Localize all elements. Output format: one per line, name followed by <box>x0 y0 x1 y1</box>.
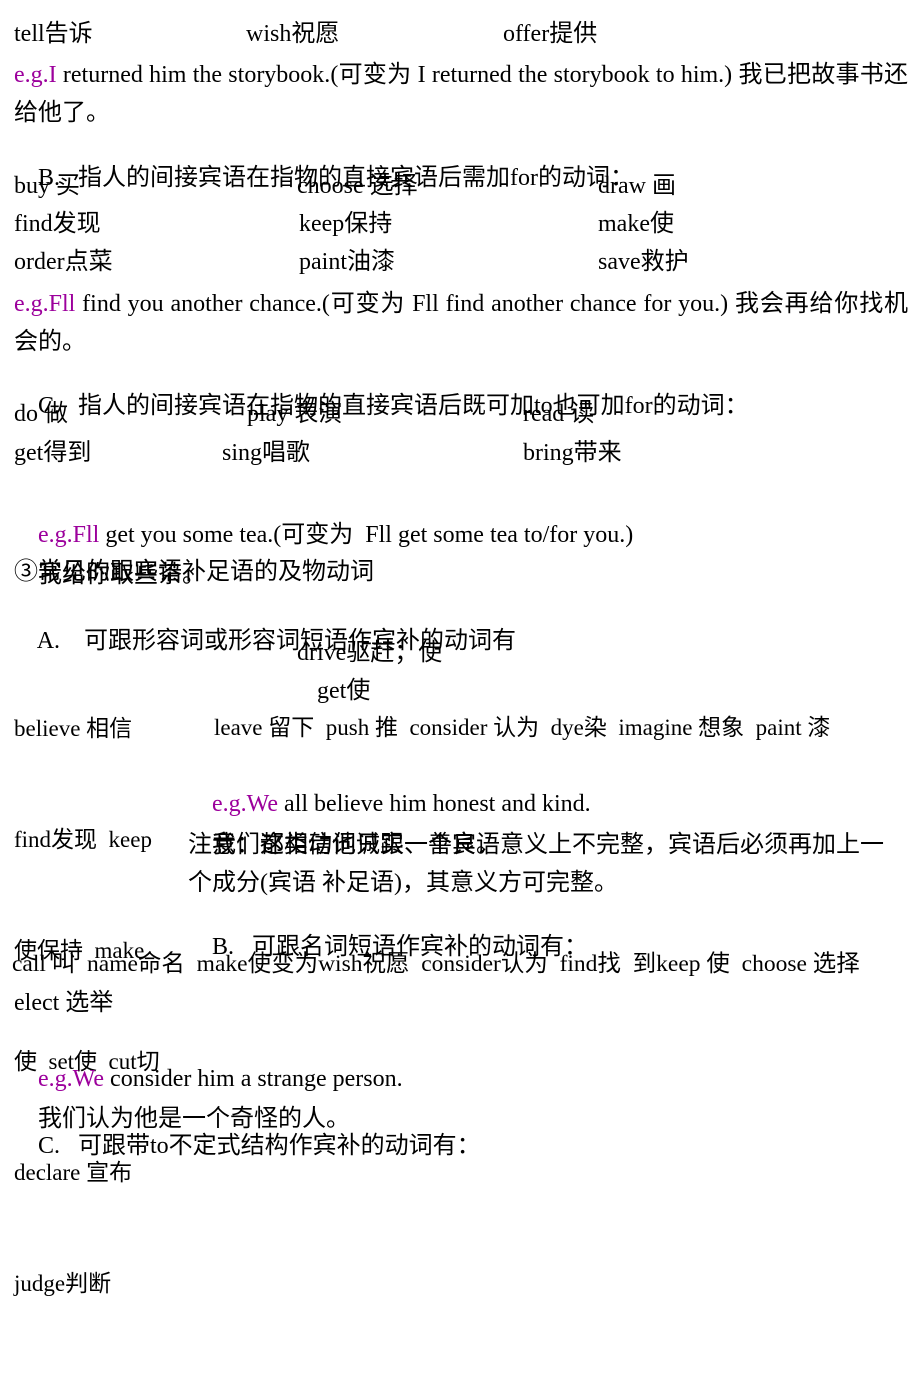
verb-cell: tell告诉 <box>14 21 93 47</box>
example-sentence: returned him the storybook. <box>56 62 331 88</box>
verb-cell: paint油漆 <box>299 249 395 275</box>
verb-cell: read 读 <box>523 401 595 427</box>
verb-row: tell告诉 wish祝愿 offer提供 <box>0 20 920 58</box>
verb-cell: save救护 <box>598 249 689 275</box>
verb-cell: draw 画 <box>598 173 676 199</box>
verb-line: leave 留下 push 推 consider 认为 dye染 imagine… <box>214 715 831 740</box>
eg-tag: e.g. <box>14 62 49 88</box>
verb-line: get使 <box>317 678 371 704</box>
verb-cell: buy 买 <box>14 173 80 199</box>
eg-tag: e.g. <box>14 291 49 317</box>
example-note: (可变为 Fll get some tea to/for you.) <box>273 522 634 548</box>
eg-sentence-lead: I <box>48 62 57 88</box>
verb-cell: order点菜 <box>14 249 113 275</box>
verb-row: find发现 keep保持 make使 <box>0 210 920 248</box>
verb-cell: find发现 <box>14 211 101 237</box>
verb-cell: do 做 <box>14 401 68 427</box>
note-block: 注意：这类动词只跟一个宾语意义上不完整，宾语后必须再加上一个成分(宾语 补足语)… <box>188 832 884 896</box>
verb-cell: offer提供 <box>503 21 598 47</box>
example-note: (可变为 I returned the storybook to him.) <box>330 62 733 88</box>
verb-cell: sing唱歌 <box>222 440 311 466</box>
verb-row: buy 买 choose 选择 draw 画 <box>0 172 920 210</box>
example-block: e.g.I returned him the storybook.(可变为 I … <box>14 56 908 132</box>
verb-cell: make使 <box>598 211 674 237</box>
noun-complement-verbs-line-1: call 叫 name命名 make使变为wish祝愿 consider认为 f… <box>12 951 860 977</box>
verb-cell: wish祝愿 <box>246 21 340 47</box>
noun-complement-verbs-line-2: elect 选举 <box>14 990 114 1016</box>
sub-c-label: C. <box>38 1133 61 1159</box>
sub-c-text: 可跟带to不定式结构作宾补的动词有： <box>78 1133 481 1159</box>
section-three-title: ③常见的跟宾语补足语的及物动词 <box>14 559 374 585</box>
example-note: (可变为 Fll find another chance for you.) <box>321 291 729 317</box>
verb-line: drive驱赶；使 <box>297 640 443 666</box>
section-three-sub-c-heading: C. 可跟带to不定式结构作宾补的动词有： <box>14 1101 481 1191</box>
verb-cell: choose 选择 <box>297 173 418 199</box>
verb-cell: get得到 <box>14 440 92 466</box>
document-page: tell告诉 wish祝愿 offer提供 e.g.I returned him… <box>0 0 920 1302</box>
verb-cell: bring带来 <box>523 440 622 466</box>
verb-row: do 做 play 表演 read 读 <box>0 400 920 438</box>
verb-line: judge判断 <box>14 1271 112 1296</box>
verb-line: believe 相信 <box>14 716 133 741</box>
verb-row: get得到 sing唱歌 bring带来 <box>0 439 920 477</box>
eg-sentence-lead: Fll <box>48 291 76 317</box>
example-block: e.g.Fll find you another chance.(可变为 Fll… <box>14 285 908 361</box>
verb-row: order点菜 paint油漆 save救护 <box>0 248 920 286</box>
example-sentence: find you another chance. <box>75 291 322 317</box>
verb-line: find发现 keep <box>14 827 152 852</box>
verb-cell: keep保持 <box>299 211 393 237</box>
verb-cell: play 表演 <box>247 401 343 427</box>
